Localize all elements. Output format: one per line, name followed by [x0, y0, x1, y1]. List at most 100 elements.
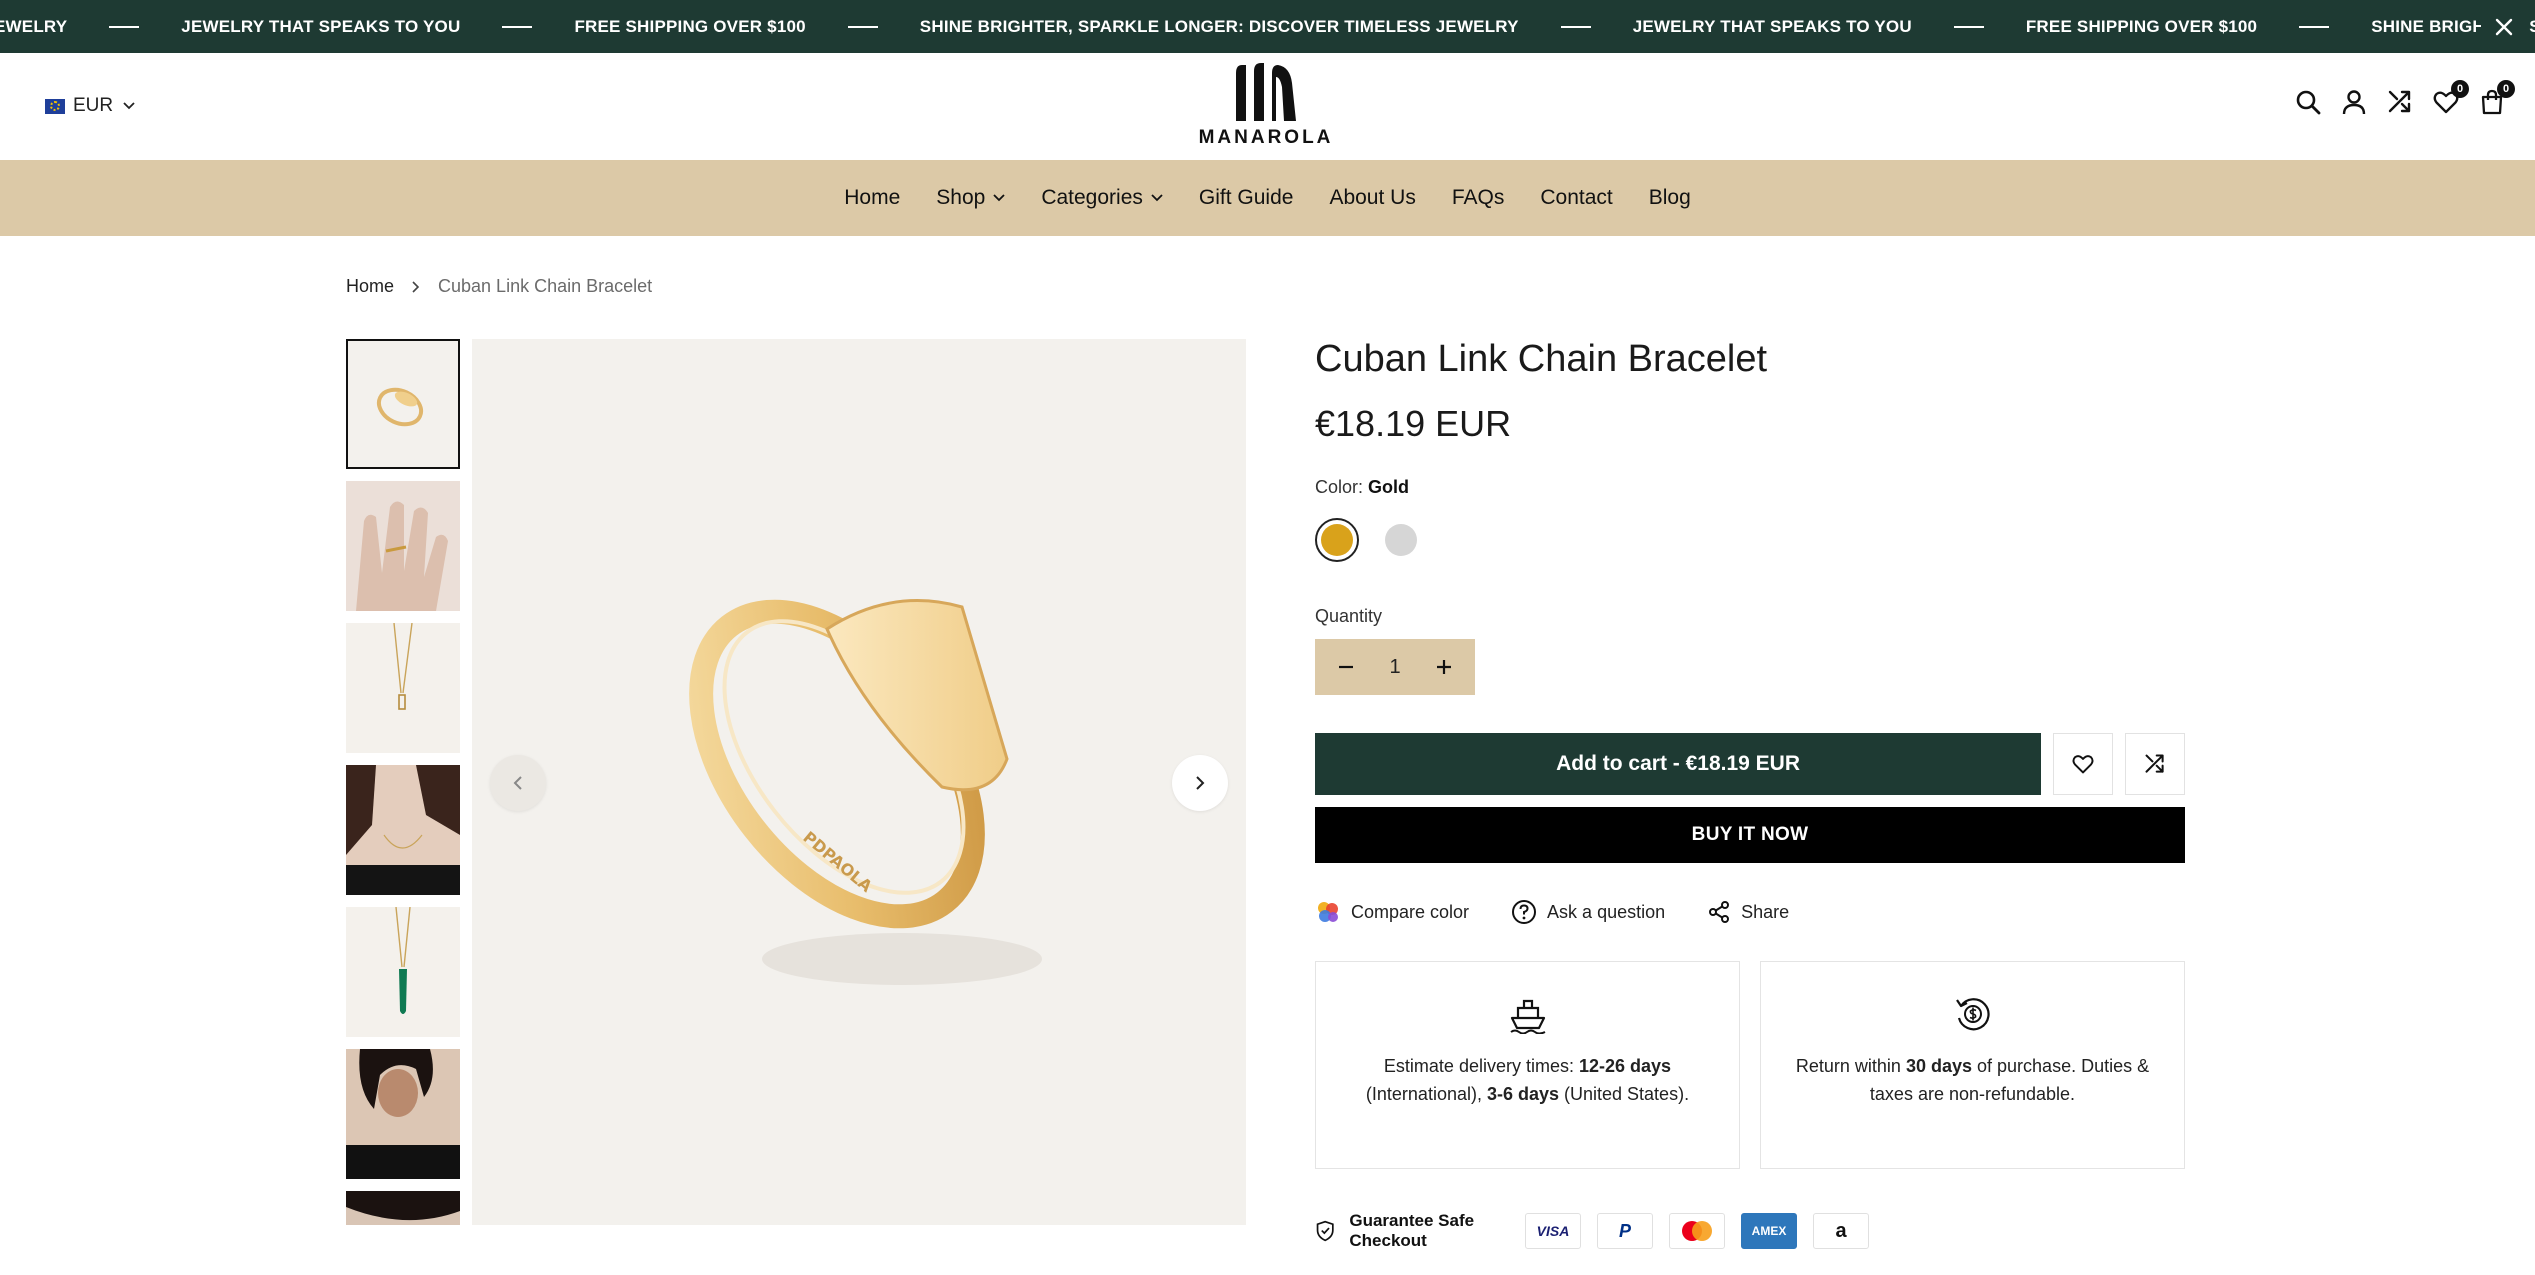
portrait-thumbnail-image	[346, 1049, 460, 1179]
shuffle-icon	[2388, 90, 2411, 113]
add-to-compare-button[interactable]	[2125, 733, 2186, 795]
thumbnail-model-necklace[interactable]	[346, 765, 460, 895]
visa-payment-icon: VISA	[1525, 1213, 1581, 1249]
currency-selector[interactable]: EUR	[45, 95, 135, 117]
chevron-down-icon	[1151, 194, 1163, 202]
shield-check-icon	[1316, 1220, 1334, 1242]
thumbnail-hand[interactable]	[346, 481, 460, 611]
brand-logo[interactable]: MANAROLA	[1196, 63, 1336, 153]
user-icon	[2342, 90, 2366, 115]
account-button[interactable]	[2339, 87, 2369, 117]
image-prev-button[interactable]	[490, 755, 546, 811]
main-navigation: Home Shop Categories Gift Guide About Us…	[0, 160, 2535, 236]
thumbnail-model-portrait[interactable]	[346, 1049, 460, 1179]
announcement-bar: EWELRY JEWELRY THAT SPEAKS TO YOU FREE S…	[0, 0, 2535, 53]
plus-icon	[1437, 660, 1451, 674]
thumbnail-necklace[interactable]	[346, 623, 460, 753]
share-icon	[1707, 900, 1731, 924]
quantity-label: Quantity	[1315, 606, 1383, 626]
delivery-intl-suffix: (International),	[1365, 1084, 1487, 1104]
announcement-separator	[502, 25, 533, 28]
amazon-label: a	[1835, 1219, 1847, 1242]
paypal-label: P	[1618, 1220, 1631, 1241]
nav-item-gift-guide[interactable]: Gift Guide	[1181, 186, 1312, 210]
wishlist-button[interactable]: 0	[2431, 80, 2469, 117]
announcement-close-button[interactable]	[2481, 0, 2527, 53]
product-price: €18.19 EUR	[1315, 403, 1512, 444]
announcement-separator	[1953, 25, 1984, 28]
nav-item-label: Contact	[1540, 186, 1613, 209]
visa-label: VISA	[1536, 1223, 1570, 1239]
delivery-us-suffix: (United States).	[1559, 1084, 1690, 1104]
nav-item-about-us[interactable]: About Us	[1311, 186, 1433, 210]
nav-item-label: FAQs	[1451, 186, 1505, 209]
nav-item-faqs[interactable]: FAQs	[1434, 186, 1523, 210]
delivery-policy-card: Estimate delivery times: 12-26 days (Int…	[1315, 961, 1740, 1169]
nav-item-categories[interactable]: Categories	[1023, 186, 1181, 210]
announcement-separator	[2299, 25, 2330, 28]
color-label-text: Color:	[1315, 477, 1364, 497]
nav-item-home[interactable]: Home	[826, 186, 918, 210]
thumbnail-ring[interactable]	[346, 339, 460, 469]
thumbnail-model-hair[interactable]	[346, 1191, 460, 1225]
ring-product-image: PDPAOLA	[689, 599, 1042, 985]
nav-item-label: Shop	[936, 186, 986, 209]
close-icon	[2495, 18, 2513, 35]
announcement-item: FREE SHIPPING OVER $100	[574, 16, 806, 36]
color-label: Color: Gold	[1315, 477, 2185, 498]
search-button[interactable]	[2293, 87, 2323, 117]
question-circle-icon	[1511, 899, 1537, 925]
model-thumbnail-image	[346, 765, 460, 895]
compare-button[interactable]	[2385, 87, 2415, 117]
nav-item-label: Blog	[1648, 186, 1691, 209]
nav-item-label: Gift Guide	[1198, 186, 1294, 209]
chevron-right-icon	[412, 280, 420, 293]
image-next-button[interactable]	[1172, 755, 1228, 811]
color-swatches	[1315, 518, 2185, 562]
search-icon	[2296, 90, 2321, 115]
chevron-down-icon	[993, 194, 1005, 202]
nav-item-label: Home	[844, 186, 901, 209]
currency-label: EUR	[73, 95, 114, 116]
thumbnail-green-pendant[interactable]	[346, 907, 460, 1037]
pendant-thumbnail-image	[395, 907, 411, 1014]
quantity-increase-button[interactable]	[1429, 652, 1459, 682]
hair-thumbnail-image	[346, 1191, 460, 1221]
return-money-icon	[1955, 998, 1990, 1031]
quantity-decrease-button[interactable]	[1331, 652, 1361, 682]
product-main-image: PDPAOLA	[472, 339, 1246, 1225]
share-link[interactable]: Share	[1707, 900, 1789, 924]
buy-it-now-button[interactable]: BUY IT NOW	[1315, 807, 2185, 863]
swatch-silver[interactable]	[1379, 518, 1423, 562]
announcement-separator	[847, 25, 878, 28]
cart-count-badge: 0	[2497, 80, 2515, 98]
cart-button[interactable]: 0	[2477, 80, 2515, 117]
chevron-left-icon	[513, 776, 522, 790]
ask-question-link[interactable]: Ask a question	[1511, 899, 1665, 925]
announcement-separator	[109, 25, 140, 28]
chevron-right-icon	[1196, 776, 1205, 790]
quantity-input[interactable]: 1	[1389, 656, 1400, 679]
delivery-policy-text: Estimate delivery times: 12-26 days (Int…	[1316, 1052, 1739, 1108]
amazon-payment-icon: a	[1813, 1213, 1869, 1249]
nav-item-label: About Us	[1329, 186, 1416, 209]
announcement-separator	[1560, 25, 1591, 28]
nav-item-shop[interactable]: Shop	[918, 186, 1023, 210]
add-to-wishlist-button[interactable]	[2053, 733, 2114, 795]
announcement-track: EWELRY JEWELRY THAT SPEAKS TO YOU FREE S…	[0, 0, 2535, 53]
breadcrumb-home-link[interactable]: Home	[346, 276, 394, 297]
nav-item-contact[interactable]: Contact	[1522, 186, 1630, 210]
announcement-item: FREE SHIPPING OVER $100	[2025, 16, 2258, 36]
swatch-gold-dot	[1321, 524, 1353, 556]
product-secondary-actions: Compare color Ask a question Share	[1315, 899, 2185, 925]
site-header: EUR MANAROLA 0 0	[0, 53, 2535, 160]
add-to-cart-button[interactable]: Add to cart - €18.19 EUR	[1315, 733, 2042, 795]
announcement-item: JEWELRY THAT SPEAKS TO YOU	[181, 16, 461, 36]
color-palette-icon	[1315, 899, 1341, 925]
mastercard-payment-icon	[1669, 1213, 1725, 1249]
swatch-gold[interactable]	[1315, 518, 1359, 562]
compare-color-link[interactable]: Compare color	[1315, 899, 1469, 925]
shuffle-icon	[2145, 754, 2164, 773]
nav-item-blog[interactable]: Blog	[1631, 186, 1709, 210]
logo-mark-icon	[1236, 63, 1296, 121]
